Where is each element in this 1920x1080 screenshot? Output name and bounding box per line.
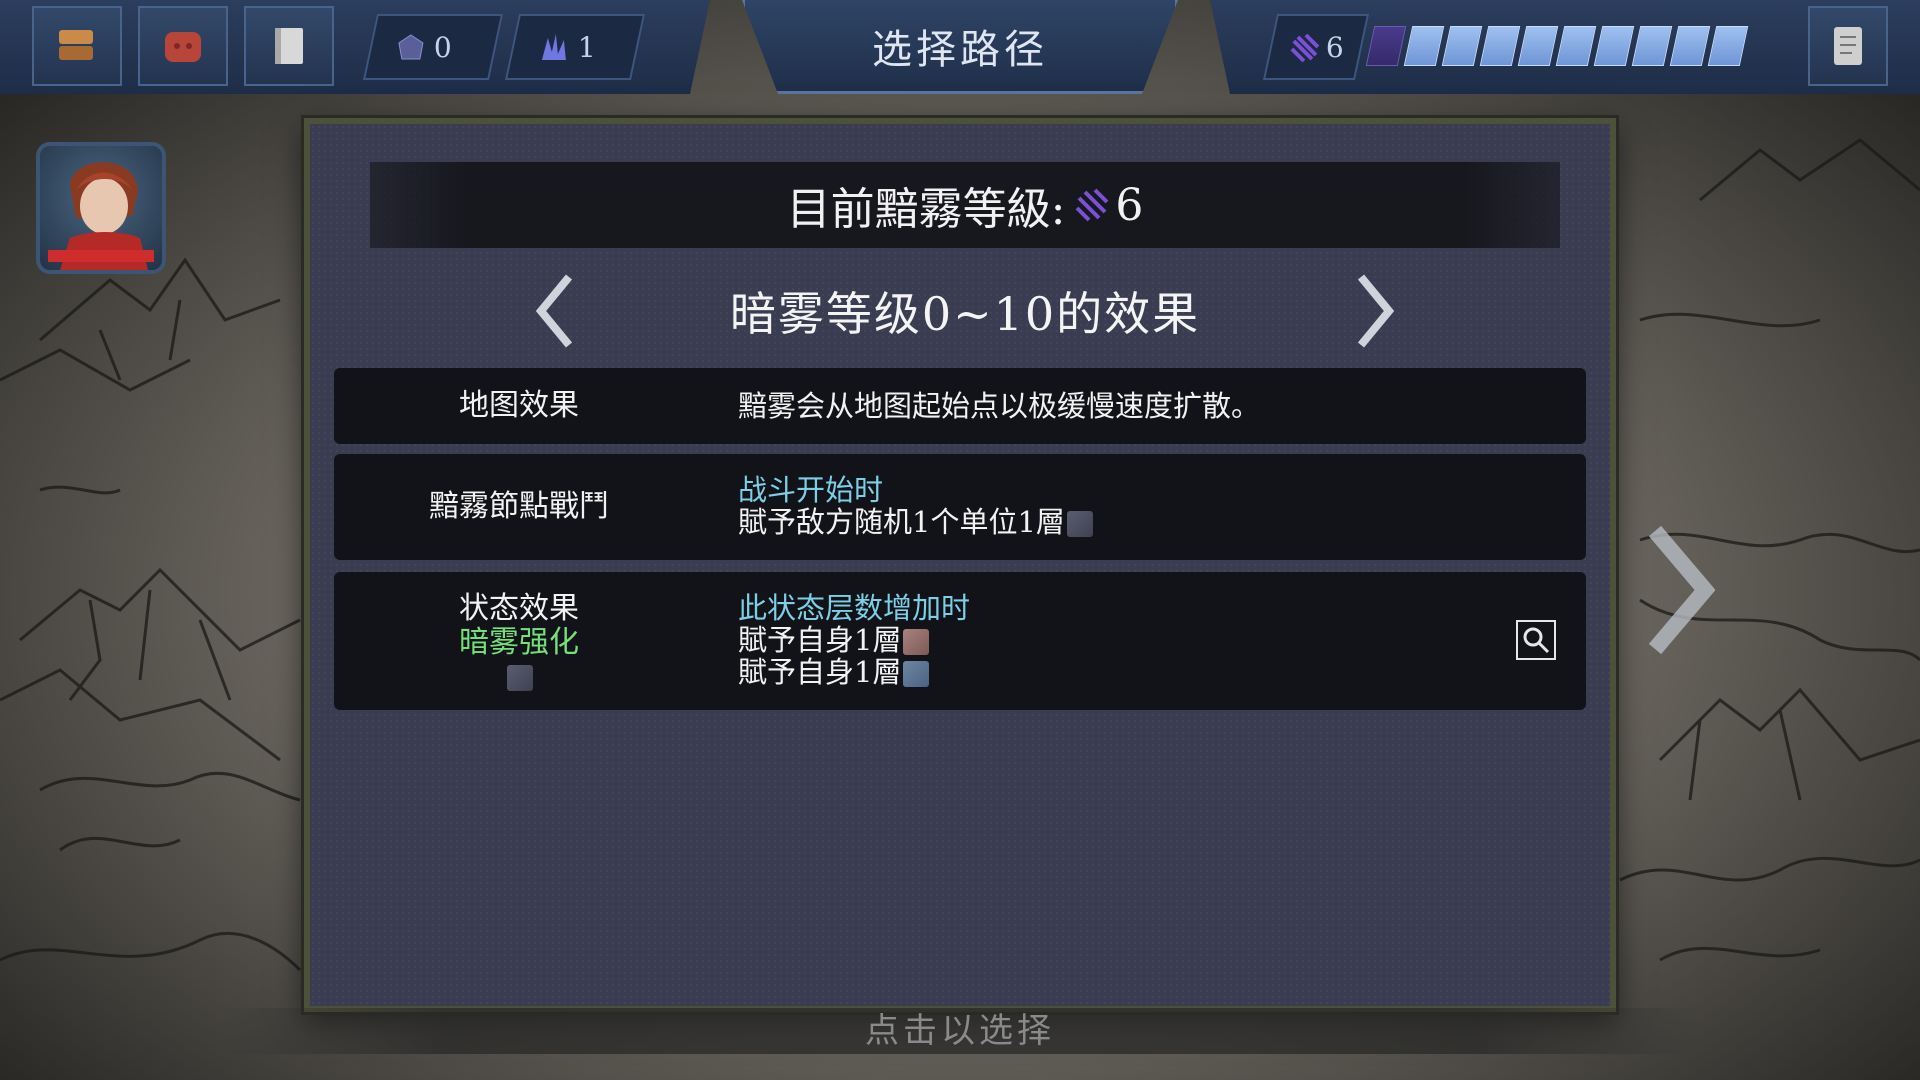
- shard-icon: [542, 33, 566, 59]
- effect-description: 战斗开始时 賦予敌方随机1个单位1層: [738, 474, 1093, 538]
- gauge-segment: [1441, 26, 1483, 66]
- inventory-button[interactable]: [32, 6, 122, 86]
- gauge-segment: [1707, 26, 1749, 66]
- effect-row-status: 状态效果 暗雾强化 此状态层数增加时 賦予自身1層 賦予自身1層: [334, 572, 1586, 710]
- current-fog-level: 目前黯霧等級: 6: [370, 162, 1560, 248]
- bag-icon: [165, 32, 201, 62]
- book-icon: [275, 28, 303, 64]
- gauge-segment: [1669, 26, 1711, 66]
- fog-status-icon: [507, 665, 533, 691]
- effect-label: 状态效果 暗雾强化: [334, 592, 704, 694]
- effect-label: 地图效果: [459, 388, 579, 423]
- attack-buff-icon: [903, 629, 930, 655]
- gauge-segment: [1593, 26, 1635, 66]
- map-scroll-button[interactable]: [1808, 6, 1888, 86]
- effect-detail: 賦予敌方随机1个单位1層: [738, 506, 1093, 538]
- resource-counter-2: 1: [504, 14, 646, 80]
- chevron-left-icon: [535, 274, 573, 348]
- scroll-icon: [1834, 27, 1862, 65]
- chevron-right-icon: [1648, 525, 1715, 655]
- level-range-selector: 暗雾等级0~10的效果: [530, 266, 1400, 356]
- next-range-button[interactable]: [1350, 271, 1400, 351]
- fog-icon: [1075, 188, 1109, 222]
- gauge-segment: [1479, 26, 1521, 66]
- stack-icon: [59, 30, 93, 60]
- gauge-segment: [1555, 26, 1597, 66]
- effect-description: 黯雾会从地图起始点以极缓慢速度扩散。: [738, 389, 1261, 423]
- effect-detail: 賦予自身1層: [738, 624, 970, 656]
- defense-buff-icon: [903, 661, 930, 687]
- gauge-segment: [1517, 26, 1559, 66]
- gauge-segment: [1365, 26, 1407, 66]
- gauge-segment: [1631, 26, 1673, 66]
- prev-range-button[interactable]: [530, 271, 580, 351]
- level-range-title: 暗雾等级0~10的效果: [729, 287, 1201, 341]
- resource-counter-1: 0: [362, 14, 504, 80]
- effect-row-map: 地图效果 黯雾会从地图起始点以极缓慢速度扩散。: [334, 368, 1586, 444]
- effect-trigger: 战斗开始时: [738, 473, 884, 507]
- character-portrait[interactable]: [36, 142, 166, 274]
- gauge-segment: [1403, 26, 1445, 66]
- avatar: [48, 162, 154, 270]
- effect-row-fog-battle: 黯霧節點戰鬥 战斗开始时 賦予敌方随机1个单位1層: [334, 454, 1586, 560]
- fog-gauge: [1365, 26, 1749, 66]
- bag-button[interactable]: [138, 6, 228, 86]
- effect-trigger: 此状态层数增加时: [738, 591, 971, 625]
- fog-status-icon: [1066, 511, 1093, 537]
- select-hint: 点击以选择: [220, 1008, 1700, 1054]
- magnifier-icon: [1523, 627, 1550, 654]
- page-title: 选择路径: [742, 0, 1178, 94]
- fog-effects-panel: 目前黯霧等級: 6 暗雾等级0~10的效果 地图效果 黯雾会从地图起始点以极缓慢…: [304, 118, 1616, 1012]
- fog-level-counter: 6: [1262, 14, 1370, 80]
- effect-label: 黯霧節點戰鬥: [429, 489, 609, 524]
- crystal-icon: [398, 33, 424, 59]
- journal-button[interactable]: [244, 6, 334, 86]
- effect-description: 此状态层数增加时 賦予自身1層 賦予自身1層: [738, 592, 970, 688]
- status-name: 暗雾强化: [459, 625, 579, 660]
- effect-detail: 賦予自身1層: [738, 656, 970, 688]
- next-path-arrow[interactable]: [1640, 520, 1720, 660]
- inspect-button[interactable]: [1516, 620, 1556, 660]
- chevron-right-icon: [1357, 274, 1395, 348]
- fog-icon: [1290, 32, 1320, 62]
